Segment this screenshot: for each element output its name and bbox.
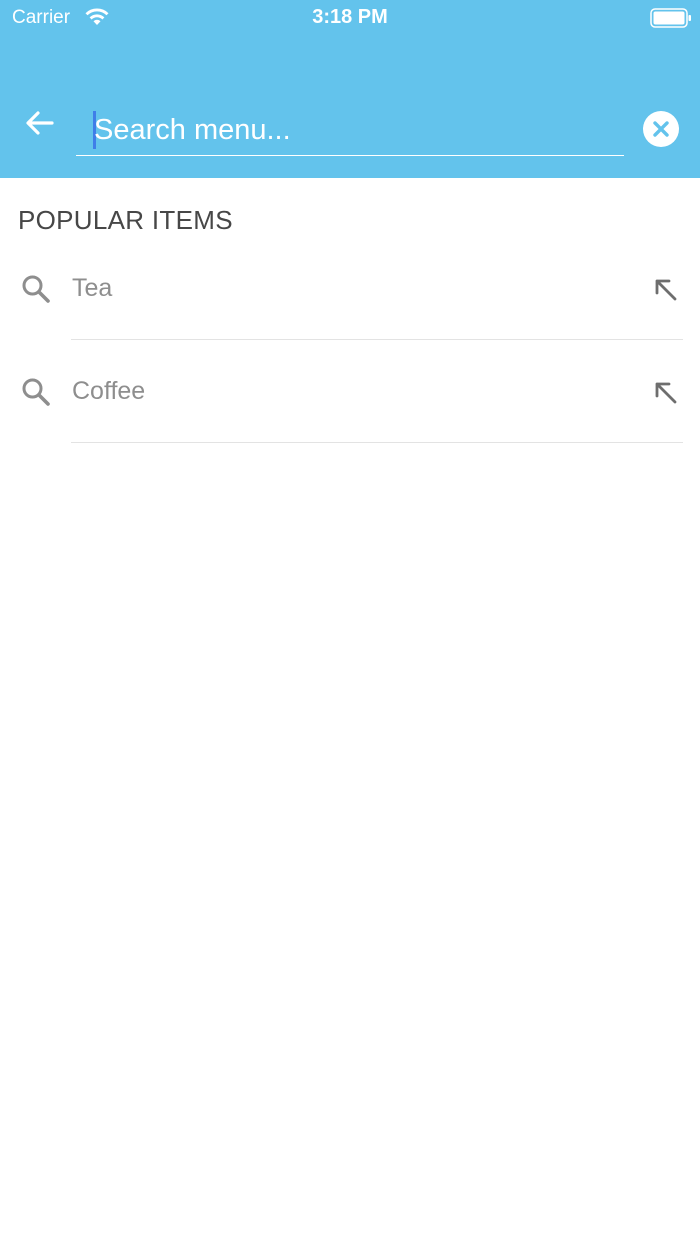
list-item-label: Tea — [72, 274, 113, 302]
clear-search-button[interactable] — [643, 111, 679, 147]
arrow-left-icon — [26, 111, 54, 135]
list-divider — [71, 339, 683, 340]
status-time: 3:18 PM — [312, 6, 388, 28]
back-button[interactable] — [20, 103, 60, 143]
battery-icon — [650, 8, 691, 28]
list-item-tea[interactable]: Tea — [0, 238, 700, 340]
search-input[interactable] — [94, 106, 614, 154]
list-item-coffee[interactable]: Coffee — [0, 341, 700, 443]
list-item-label: Coffee — [72, 377, 146, 405]
search-icon — [22, 378, 50, 406]
status-bar: Carrier 3:18 PM — [0, 0, 700, 38]
search-field[interactable] — [76, 106, 624, 156]
popular-items-heading: POPULAR ITEMS — [18, 205, 233, 235]
list-divider — [71, 442, 683, 443]
arrow-up-left-icon[interactable] — [650, 377, 680, 407]
arrow-up-left-icon[interactable] — [650, 274, 680, 304]
search-icon — [22, 275, 50, 303]
app-header: Carrier 3:18 PM — [0, 0, 700, 178]
close-icon — [653, 121, 669, 137]
